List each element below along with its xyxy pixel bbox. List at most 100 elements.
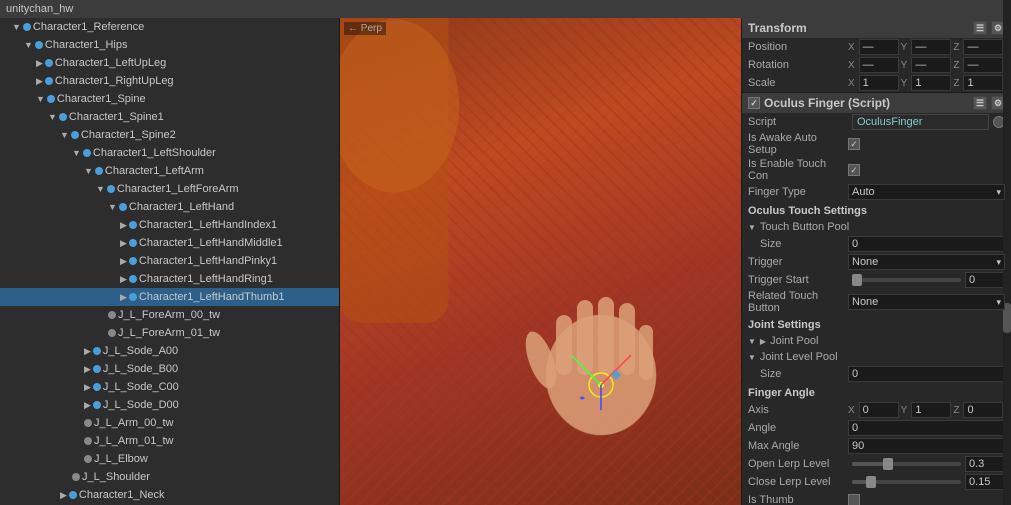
- axis-z-field[interactable]: 0: [963, 402, 1003, 418]
- hierarchy-item-char1_leftupleg[interactable]: ▶Character1_LeftUpLeg: [0, 54, 339, 72]
- hierarchy-item-char1_spine[interactable]: ▼Character1_Spine: [0, 90, 339, 108]
- hierarchy-item-char1_hips[interactable]: ▼Character1_Hips: [0, 36, 339, 54]
- inspector-panel: Transform ☰ ⚙ Position X — Y — Z —: [741, 18, 1011, 505]
- title-label: unitychan_hw: [6, 3, 73, 15]
- hierarchy-item-j_l_sode_d00[interactable]: ▶J_L_Sode_D00: [0, 396, 339, 414]
- joint-level-size-row: Size 0: [742, 365, 1011, 383]
- rot-z-label: Z: [953, 60, 959, 71]
- hierarchy-item-char1_spine1[interactable]: ▼Character1_Spine1: [0, 108, 339, 126]
- item-dot: [93, 401, 101, 409]
- rotation-label: Rotation: [748, 59, 848, 71]
- hierarchy-item-j_l_sode_a00[interactable]: ▶J_L_Sode_A00: [0, 342, 339, 360]
- open-lerp-label: Open Lerp Level: [748, 458, 848, 470]
- open-lerp-thumb[interactable]: [883, 458, 893, 470]
- close-lerp-thumb[interactable]: [866, 476, 876, 488]
- hierarchy-item-char1_lefthandpinky1[interactable]: ▶Character1_LeftHandPinky1: [0, 252, 339, 270]
- trigger-label: Trigger: [748, 256, 848, 268]
- hierarchy-item-char1_lefthandthumb1[interactable]: ▶Character1_LeftHandThumb1: [0, 288, 339, 306]
- is-awake-checkbox[interactable]: ✓: [848, 138, 860, 150]
- scene-label: ← Perp: [344, 22, 386, 35]
- joint-pool-subsection[interactable]: ▶ Joint Pool: [742, 333, 1011, 349]
- is-awake-checkbox-row: ✓: [848, 138, 860, 150]
- hierarchy-item-char1_spine2[interactable]: ▼Character1_Spine2: [0, 126, 339, 144]
- oculus-menu-icon[interactable]: ☰: [973, 96, 987, 110]
- item-label: J_L_Sode_C00: [103, 379, 179, 395]
- hierarchy-item-char1_neck[interactable]: ▶Character1_Neck: [0, 486, 339, 504]
- hierarchy-item-char1_leftforearm[interactable]: ▼Character1_LeftForeArm: [0, 180, 339, 198]
- hierarchy-item-j_l_arm_00_tw[interactable]: J_L_Arm_00_tw: [0, 414, 339, 432]
- is-enable-checkbox[interactable]: ✓: [848, 164, 860, 176]
- rotation-x-field[interactable]: —: [859, 57, 899, 73]
- oculus-enabled-checkbox[interactable]: ✓: [748, 97, 760, 109]
- joint-level-size-field[interactable]: 0: [848, 366, 1005, 382]
- scale-x-field[interactable]: 1: [859, 75, 899, 91]
- trigger-dropdown[interactable]: None: [848, 254, 1005, 270]
- hierarchy-item-char1_ref[interactable]: ▼Character1_Reference: [0, 18, 339, 36]
- item-dot: [45, 59, 53, 67]
- hierarchy-item-char1_leftarm[interactable]: ▼Character1_LeftArm: [0, 162, 339, 180]
- hierarchy-item-j_l_forearm_01_tw[interactable]: J_L_ForeArm_01_tw: [0, 324, 339, 342]
- axis-y-field[interactable]: 1: [911, 402, 951, 418]
- max-angle-field[interactable]: 90: [848, 438, 1005, 454]
- item-label: J_L_Sode_D00: [103, 397, 179, 413]
- hierarchy-item-j_l_elbow[interactable]: J_L_Elbow: [0, 450, 339, 468]
- finger-type-row: Finger Type Auto: [742, 183, 1011, 201]
- trigger-start-slider[interactable]: [852, 278, 961, 282]
- rotation-y-field[interactable]: —: [911, 57, 951, 73]
- hierarchy-panel: ▼Character1_Reference▼Character1_Hips▶Ch…: [0, 18, 340, 505]
- trigger-start-value[interactable]: 0: [965, 272, 1005, 288]
- item-label: J_L_Arm_00_tw: [94, 415, 174, 431]
- rot-y-label: Y: [901, 60, 908, 71]
- trigger-start-thumb[interactable]: [852, 274, 862, 286]
- item-label: Character1_Neck: [79, 487, 165, 503]
- position-x-field[interactable]: —: [859, 39, 899, 55]
- expand-tri-down: ▼: [108, 199, 117, 215]
- item-label: J_L_Sode_B00: [103, 361, 178, 377]
- item-dot: [93, 347, 101, 355]
- expand-tri-right: ▶: [36, 73, 43, 89]
- scale-y-field[interactable]: 1: [911, 75, 951, 91]
- item-dot: [129, 257, 137, 265]
- item-label: Character1_LeftShoulder: [93, 145, 216, 161]
- scale-z-field[interactable]: 1: [963, 75, 1003, 91]
- close-lerp-value[interactable]: 0.15: [965, 474, 1005, 490]
- touch-button-pool-subsection[interactable]: Touch Button Pool: [742, 219, 1011, 235]
- hierarchy-item-char1_lefthandring1[interactable]: ▶Character1_LeftHandRing1: [0, 270, 339, 288]
- hierarchy-item-char1_leftshoulder[interactable]: ▼Character1_LeftShoulder: [0, 144, 339, 162]
- angle-field[interactable]: 0: [848, 420, 1005, 436]
- close-lerp-slider[interactable]: [852, 480, 961, 484]
- open-lerp-value[interactable]: 0.3: [965, 456, 1005, 472]
- expand-tri-down: ▼: [48, 109, 57, 125]
- item-dot: [108, 329, 116, 337]
- hierarchy-item-char1_rightupleg[interactable]: ▶Character1_RightUpLeg: [0, 72, 339, 90]
- open-lerp-slider[interactable]: [852, 462, 961, 466]
- axis-x-field[interactable]: 0: [859, 402, 899, 418]
- hierarchy-item-char1_lefthandmiddle1[interactable]: ▶Character1_LeftHandMiddle1: [0, 234, 339, 252]
- oculus-touch-settings-title: Oculus Touch Settings: [742, 201, 1011, 219]
- hierarchy-item-char1_lefthandindex1[interactable]: ▶Character1_LeftHandIndex1: [0, 216, 339, 234]
- pos-y-label: Y: [901, 42, 908, 53]
- position-z-field[interactable]: —: [963, 39, 1003, 55]
- hierarchy-item-j_l_shoulder[interactable]: J_L_Shoulder: [0, 468, 339, 486]
- finger-type-dropdown[interactable]: Auto: [848, 184, 1005, 200]
- hierarchy-item-j_l_forearm_00_tw[interactable]: J_L_ForeArm_00_tw: [0, 306, 339, 324]
- hierarchy-item-char1_lefthand[interactable]: ▼Character1_LeftHand: [0, 198, 339, 216]
- expand-tri-right: ▶: [36, 55, 43, 71]
- hierarchy-item-j_l_sode_b00[interactable]: ▶J_L_Sode_B00: [0, 360, 339, 378]
- touch-size-field[interactable]: 0: [848, 236, 1005, 252]
- position-y-field[interactable]: —: [911, 39, 951, 55]
- scene-panel[interactable]: ← Perp: [340, 18, 741, 505]
- is-thumb-checkbox[interactable]: [848, 494, 860, 505]
- item-dot: [45, 77, 53, 85]
- related-touch-row: Related Touch Button None: [742, 289, 1011, 315]
- rotation-z-field[interactable]: —: [963, 57, 1003, 73]
- expand-tri-right: ▶: [84, 343, 91, 359]
- item-dot: [47, 95, 55, 103]
- hierarchy-item-j_l_arm_01_tw[interactable]: J_L_Arm_01_tw: [0, 432, 339, 450]
- transform-menu-icon[interactable]: ☰: [973, 21, 987, 35]
- joint-level-pool-subsection[interactable]: Joint Level Pool: [742, 349, 1011, 365]
- transform-section: Transform ☰ ⚙ Position X — Y — Z —: [742, 18, 1011, 93]
- related-touch-dropdown[interactable]: None: [848, 294, 1005, 310]
- hierarchy-item-j_l_sode_c00[interactable]: ▶J_L_Sode_C00: [0, 378, 339, 396]
- script-field[interactable]: OculusFinger: [852, 114, 989, 130]
